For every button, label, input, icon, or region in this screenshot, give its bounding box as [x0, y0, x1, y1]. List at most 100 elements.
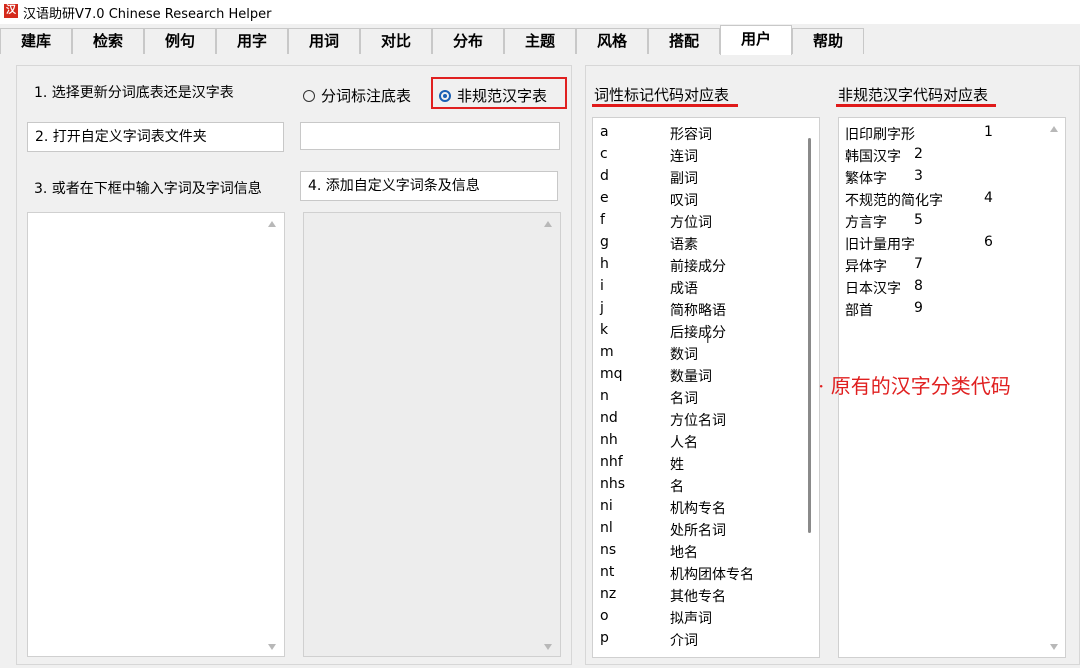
pos-code: nz: [600, 586, 617, 602]
char-table-title: 非规范汉字代码对应表: [838, 86, 989, 104]
radio-nonstandard-label: 非规范汉字表: [457, 87, 548, 105]
pos-code: nhf: [600, 454, 623, 470]
pos-code: o: [600, 608, 609, 624]
tab-style[interactable]: 风格: [576, 28, 648, 54]
app-logo-icon: 汉: [4, 4, 18, 18]
tab-word-usage[interactable]: 用词: [288, 28, 360, 54]
radio-nonstandard-char-table[interactable]: 非规范汉字表: [439, 85, 547, 106]
tab-build-corpus[interactable]: 建库: [0, 28, 72, 54]
scroll-down-arrow-icon[interactable]: [268, 644, 276, 650]
pos-code-list[interactable]: a 形容词 c 连词 d 副词 e 叹词 f 方位词 g 语素 h 前接成分 i 成语 j 简称略语 k 后接成分 m 数…: [592, 117, 820, 658]
add-entry-button[interactable]: 4. 添加自定义字词条及信息: [300, 171, 558, 201]
step1-label: 1. 选择更新分词底表还是汉字表: [34, 85, 234, 101]
scroll-down-arrow-icon[interactable]: [544, 644, 552, 650]
pos-name: 副词: [670, 171, 698, 187]
pos-name: 简称略语: [670, 303, 726, 319]
char-category-code: 3: [914, 168, 923, 184]
pos-name: 语素: [670, 237, 698, 253]
char-category-code: 4: [984, 190, 993, 206]
pos-code: nl: [600, 520, 613, 536]
pos-name: 处所名词: [670, 523, 726, 539]
tab-help[interactable]: 帮助: [792, 28, 864, 54]
tab-examples[interactable]: 例句: [144, 28, 216, 54]
radio-segmentation-label: 分词标注底表: [321, 87, 412, 105]
pos-name: 人名: [670, 435, 698, 451]
tab-distribution[interactable]: 分布: [432, 28, 504, 54]
pos-name: 连词: [670, 149, 698, 165]
char-category-code: 8: [914, 278, 923, 294]
pos-name: 机构专名: [670, 501, 726, 517]
char-category-name: 旧印刷字形: [845, 127, 915, 143]
folder-path-field[interactable]: [300, 122, 560, 150]
pos-name: 姓: [670, 457, 684, 473]
char-category-name: 异体字: [845, 259, 887, 275]
scroll-up-arrow-icon[interactable]: [268, 221, 276, 227]
char-category-code: 5: [914, 212, 923, 228]
char-title-underline: [836, 104, 996, 107]
char-category-name: 旧计量用字: [845, 237, 915, 253]
scroll-up-arrow-icon[interactable]: [1050, 126, 1058, 132]
pos-code: n: [600, 388, 609, 404]
pos-name: 拟声词: [670, 611, 712, 627]
pos-list-scrollbar[interactable]: [808, 138, 811, 533]
char-category-name: 方言字: [845, 215, 887, 231]
char-category-code: 9: [914, 300, 923, 316]
tab-char-usage[interactable]: 用字: [216, 28, 288, 54]
entry-output-textarea[interactable]: [303, 212, 561, 657]
pos-code: mq: [600, 366, 623, 382]
annotation-original-codes: · 原有的汉字分类代码: [818, 374, 1011, 398]
radio-selected-icon: [439, 90, 451, 102]
tab-compare[interactable]: 对比: [360, 28, 432, 54]
text-cursor-icon: I: [706, 332, 710, 346]
pos-table-title: 词性标记代码对应表: [594, 86, 730, 104]
pos-name: 前接成分: [670, 259, 726, 275]
char-category-name: 不规范的简化字: [845, 193, 943, 209]
pos-code: j: [600, 300, 604, 316]
tab-collocation[interactable]: 搭配: [648, 28, 720, 54]
pos-title-underline: [592, 104, 738, 107]
pos-name: 后接成分: [670, 325, 726, 341]
pos-name: 数词: [670, 347, 698, 363]
radio-segmentation-table[interactable]: 分词标注底表: [303, 85, 411, 106]
char-category-name: 韩国汉字: [845, 149, 901, 165]
tab-user[interactable]: 用户: [720, 25, 792, 55]
scroll-down-arrow-icon[interactable]: [1050, 644, 1058, 650]
char-category-code: 1: [984, 124, 993, 140]
word-input-textarea[interactable]: [27, 212, 285, 657]
pos-name: 名: [670, 479, 684, 495]
pos-code: p: [600, 630, 609, 646]
pos-name: 数量词: [670, 369, 712, 385]
char-category-code: 7: [914, 256, 923, 272]
open-folder-button[interactable]: 2. 打开自定义字词表文件夹: [27, 122, 284, 152]
window-title: 汉语助研V7.0 Chinese Research Helper: [23, 7, 272, 22]
char-category-code: 2: [914, 146, 923, 162]
pos-code: k: [600, 322, 609, 338]
pos-code: nh: [600, 432, 618, 448]
pos-code: c: [600, 146, 608, 162]
char-category-name: 繁体字: [845, 171, 887, 187]
title-bar: 汉 汉语助研V7.0 Chinese Research Helper: [0, 0, 1080, 24]
pos-name: 机构团体专名: [670, 567, 754, 583]
tab-search[interactable]: 检索: [72, 28, 144, 54]
pos-code: d: [600, 168, 609, 184]
pos-name: 其他专名: [670, 589, 726, 605]
char-category-code: 6: [984, 234, 993, 250]
pos-name: 方位名词: [670, 413, 726, 429]
char-category-name: 部首: [845, 303, 873, 319]
pos-name: 成语: [670, 281, 698, 297]
pos-code: nd: [600, 410, 618, 426]
pos-code: ni: [600, 498, 613, 514]
pos-code: m: [600, 344, 614, 360]
pos-code: ns: [600, 542, 617, 558]
step3-label: 3. 或者在下框中输入字词及字词信息: [34, 181, 262, 197]
pos-name: 地名: [670, 545, 698, 561]
char-category-name: 日本汉字: [845, 281, 901, 297]
pos-name: 方位词: [670, 215, 712, 231]
pos-name: 名词: [670, 391, 698, 407]
pos-name: 形容词: [670, 127, 712, 143]
tab-topic[interactable]: 主题: [504, 28, 576, 54]
scroll-up-arrow-icon[interactable]: [544, 221, 552, 227]
pos-code: nhs: [600, 476, 626, 492]
pos-code: i: [600, 278, 604, 294]
pos-code: nt: [600, 564, 615, 580]
